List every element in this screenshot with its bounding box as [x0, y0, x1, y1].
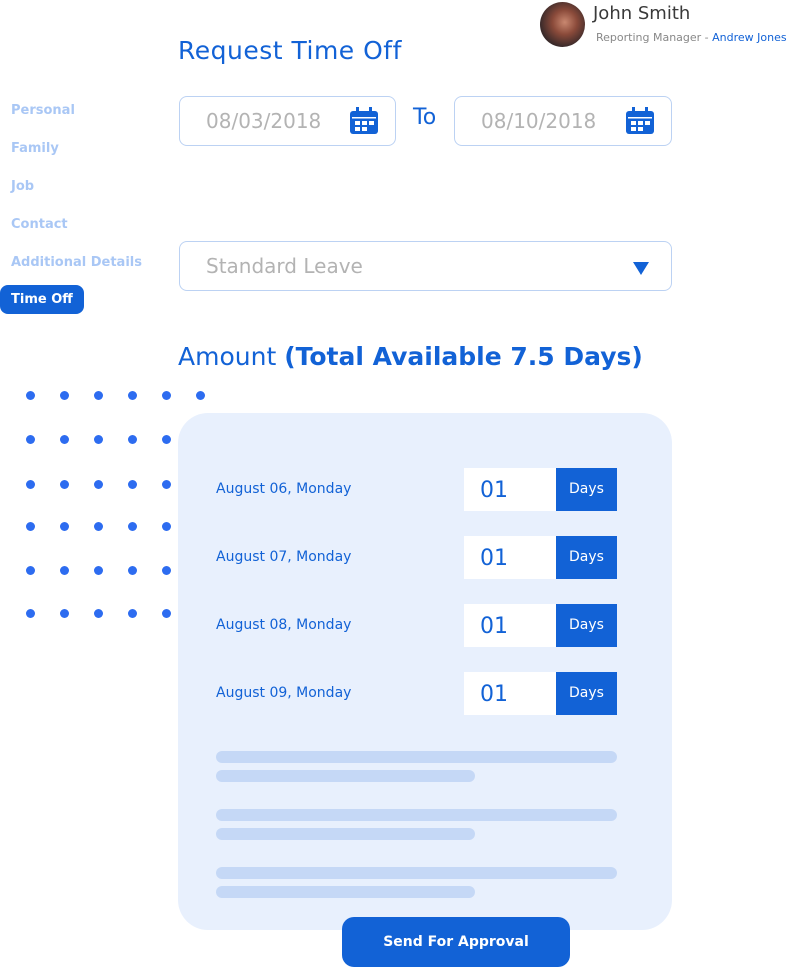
- calendar-icon[interactable]: [349, 107, 379, 135]
- row-date: August 06, Monday: [216, 481, 352, 497]
- decorative-dot: [94, 522, 103, 531]
- days-amount-input[interactable]: 01: [464, 672, 556, 715]
- to-date-input[interactable]: 08/10/2018: [454, 96, 672, 146]
- row-date: August 08, Monday: [216, 617, 352, 633]
- placeholder-line: [216, 770, 475, 782]
- reporting-manager: Reporting Manager - Andrew Jones: [596, 31, 787, 44]
- decorative-dot: [162, 522, 171, 531]
- decorative-dot: [60, 435, 69, 444]
- decorative-dot: [162, 391, 171, 400]
- decorative-dot: [60, 480, 69, 489]
- sidebar-item-job[interactable]: Job: [11, 179, 34, 194]
- decorative-dot: [128, 480, 137, 489]
- from-date-value: 08/03/2018: [206, 109, 322, 133]
- leave-type-value: Standard Leave: [206, 254, 363, 278]
- decorative-dot: [128, 522, 137, 531]
- page-title: Request Time Off: [178, 36, 402, 65]
- days-amount-input[interactable]: 01: [464, 536, 556, 579]
- decorative-dot: [26, 391, 35, 400]
- decorative-dot: [26, 522, 35, 531]
- sidebar-item-time-off[interactable]: Time Off: [0, 285, 84, 314]
- to-date-value: 08/10/2018: [481, 109, 597, 133]
- decorative-dot: [60, 391, 69, 400]
- decorative-dot: [196, 391, 205, 400]
- decorative-dot: [128, 566, 137, 575]
- decorative-dot: [128, 435, 137, 444]
- decorative-dot: [26, 566, 35, 575]
- decorative-dot: [94, 391, 103, 400]
- days-amount-input[interactable]: 01: [464, 604, 556, 647]
- from-date-input[interactable]: 08/03/2018: [179, 96, 396, 146]
- to-label: To: [413, 105, 437, 130]
- decorative-dot: [94, 435, 103, 444]
- decorative-dot: [60, 609, 69, 618]
- decorative-dot: [162, 609, 171, 618]
- sidebar-item-additional-details[interactable]: Additional Details: [11, 255, 142, 270]
- days-unit-button[interactable]: Days: [556, 468, 617, 511]
- decorative-dot: [60, 566, 69, 575]
- days-unit-button[interactable]: Days: [556, 604, 617, 647]
- decorative-dot: [128, 391, 137, 400]
- decorative-dot: [128, 609, 137, 618]
- sidebar-item-family[interactable]: Family: [11, 141, 59, 156]
- decorative-dot: [94, 609, 103, 618]
- decorative-dot: [26, 609, 35, 618]
- days-unit-button[interactable]: Days: [556, 672, 617, 715]
- decorative-dot: [162, 435, 171, 444]
- decorative-dot: [60, 522, 69, 531]
- placeholder-line: [216, 828, 475, 840]
- user-name: John Smith: [593, 3, 691, 24]
- manager-link[interactable]: Andrew Jones: [712, 31, 786, 44]
- sidebar-item-contact[interactable]: Contact: [11, 217, 68, 232]
- decorative-dot: [26, 480, 35, 489]
- days-unit-button[interactable]: Days: [556, 536, 617, 579]
- placeholder-line: [216, 809, 617, 821]
- placeholder-line: [216, 867, 617, 879]
- row-date: August 07, Monday: [216, 549, 352, 565]
- leave-type-select[interactable]: Standard Leave: [179, 241, 672, 291]
- decorative-dot: [94, 480, 103, 489]
- row-date: August 09, Monday: [216, 685, 352, 701]
- sidebar-item-personal[interactable]: Personal: [11, 103, 75, 118]
- amount-heading: Amount (Total Available 7.5 Days): [178, 342, 643, 371]
- chevron-down-icon: [633, 262, 649, 275]
- send-for-approval-button[interactable]: Send For Approval: [342, 917, 570, 967]
- available-days: (Total Available 7.5 Days): [284, 342, 643, 371]
- amount-label: Amount: [178, 342, 277, 371]
- decorative-dot: [94, 566, 103, 575]
- days-amount-input[interactable]: 01: [464, 468, 556, 511]
- placeholder-line: [216, 751, 617, 763]
- calendar-icon[interactable]: [625, 107, 655, 135]
- avatar[interactable]: [540, 2, 585, 47]
- placeholder-line: [216, 886, 475, 898]
- decorative-dot: [162, 566, 171, 575]
- reporting-manager-label: Reporting Manager -: [596, 31, 713, 44]
- decorative-dot: [162, 480, 171, 489]
- decorative-dot: [26, 435, 35, 444]
